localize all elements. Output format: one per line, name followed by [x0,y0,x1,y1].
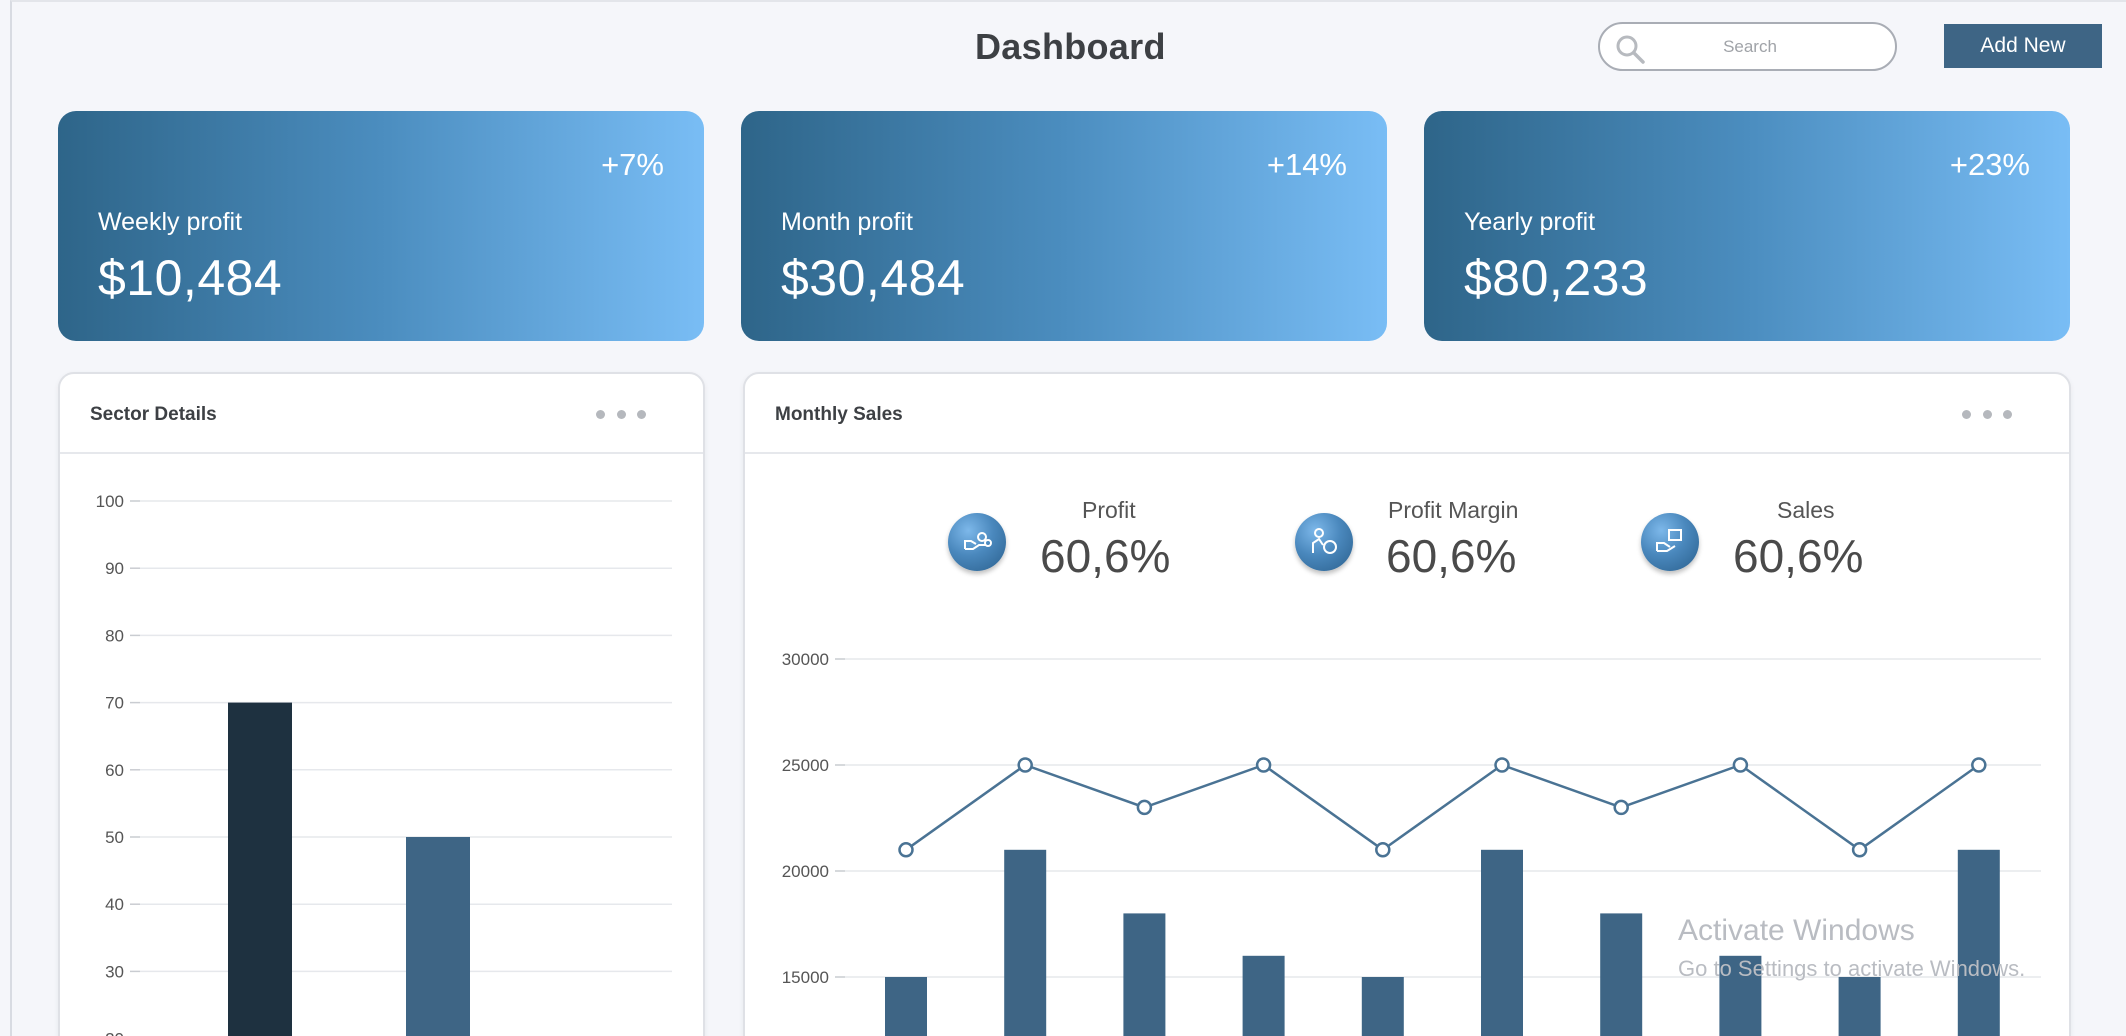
month-profit-label: Month profit [781,208,914,236]
y-tick-label: 90 [105,559,124,578]
person-dollar-icon [1312,528,1337,554]
yearly-profit-card: +23% Yearly profit $80,233 [1424,111,2070,341]
y-tick-label: 50 [105,828,124,847]
sales-bar [1481,849,1523,1036]
line-point [1136,799,1153,816]
month-profit-value: $30,484 [781,250,966,306]
yearly-profit-change: +23% [1949,147,2030,182]
line-point [1255,757,1272,773]
line-point [1613,799,1629,816]
profit-margin-kpi-value: 60,6% [1386,530,1517,582]
y-tick-label: 70 [105,694,124,713]
line-point [898,842,914,858]
y-tick-label: 40 [105,895,124,914]
sector-details-panel: Sector Details 1009080706050403020 [58,372,705,1036]
y-tick-label: 20 [105,1030,124,1036]
y-tick-label: 60 [105,761,124,780]
sales-bar [1004,849,1047,1036]
y-tick-label: 30 [105,962,124,981]
weekly-profit-card: +7% Weekly profit $10,484 [58,111,704,341]
yearly-profit-label: Yearly profit [1464,208,1596,236]
sales-kpi-value: 60,6% [1733,530,1864,582]
sales-bar [1838,977,1881,1036]
weekly-profit-label: Weekly profit [98,208,243,236]
sales-bar [1123,913,1166,1036]
line-point [1971,757,1987,773]
y-tick-label: 20000 [782,862,829,881]
yearly-profit-value: $80,233 [1464,250,1649,306]
sales-bar [1361,977,1404,1036]
add-new-button[interactable]: Add New [1944,24,2102,68]
search-icon [1616,35,1645,64]
watermark-title: Activate Windows [1678,914,1915,947]
sales-bar [885,977,927,1036]
line-point [1375,842,1391,858]
line-point [1494,757,1510,773]
sales-bar [1600,913,1643,1036]
line-point [1851,842,1868,858]
month-profit-card: +14% Month profit $30,484 [741,111,1387,341]
y-tick-label: 100 [96,492,124,511]
month-profit-change: +14% [1266,147,1347,182]
weekly-profit-value: $10,484 [98,250,283,306]
profit-kpi-label: Profit [1082,497,1136,523]
sector-bar-chart: 100 90 80 70 60 50 40 30 20 [96,492,672,1036]
line-point [1732,757,1749,773]
profit-kpi-icon [948,513,1006,571]
hand-money-icon [1656,529,1682,552]
search-box[interactable] [1598,22,1897,71]
sales-kpi-label: Sales [1777,497,1835,523]
sector-bar [406,837,470,1036]
activate-windows-watermark: Activate Windows Go to Settings to activ… [1678,914,2025,982]
profit-margin-kpi-label: Profit Margin [1388,497,1519,523]
y-tick-label: 15000 [782,968,829,987]
weekly-profit-change: +7% [601,147,664,182]
y-tick-label: 25000 [782,756,829,775]
line-point [1017,757,1033,773]
y-tick-label: 30000 [782,650,829,669]
sales-bar [1242,955,1285,1036]
profit-kpi-value: 60,6% [1040,530,1171,582]
profit-margin-kpi-icon [1295,513,1353,571]
sector-bar [228,702,292,1036]
profit-line [905,763,1980,852]
sales-kpi-icon [1641,513,1699,571]
hand-coins-icon [964,532,992,550]
y-tick-label: 80 [105,626,124,645]
search-input[interactable] [1660,32,1840,62]
page-title: Dashboard [975,26,1166,67]
watermark-subtitle: Go to Settings to activate Windows. [1678,956,2026,981]
